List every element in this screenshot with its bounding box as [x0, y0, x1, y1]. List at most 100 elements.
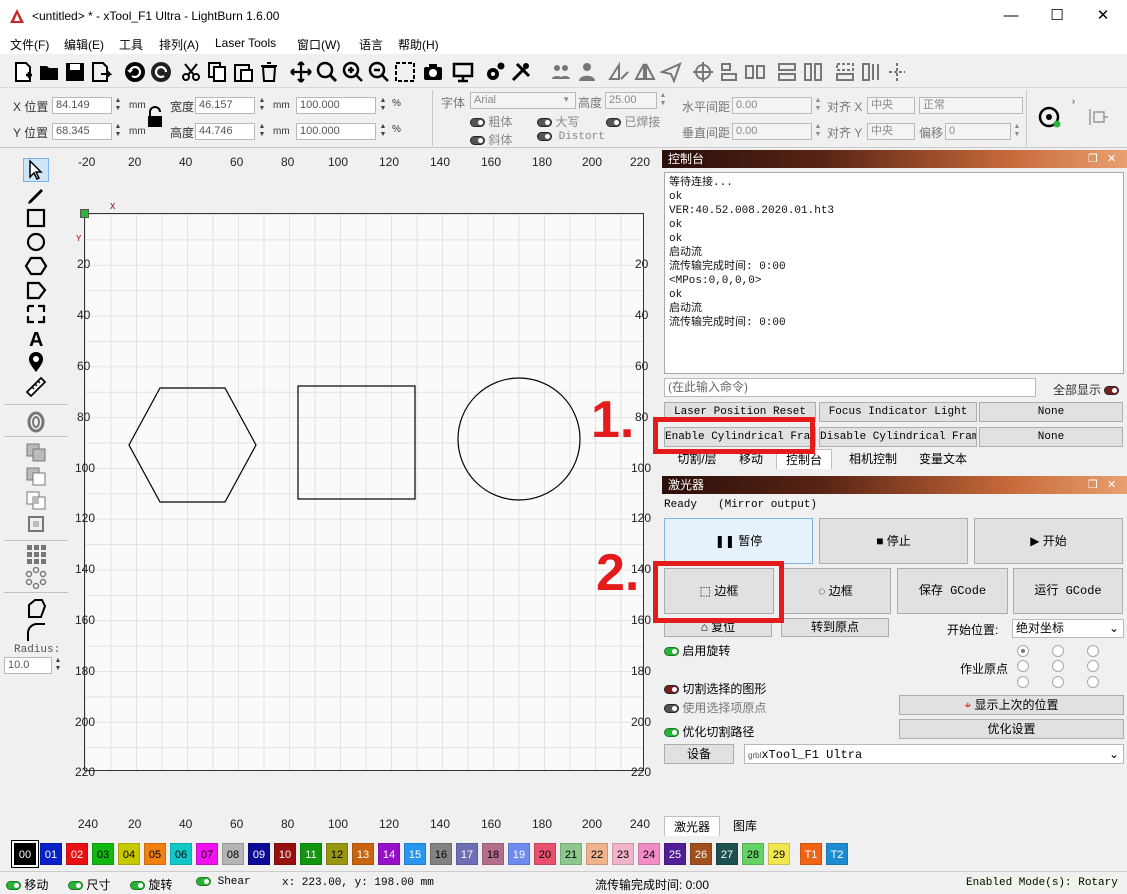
- mirror-v-icon[interactable]: [634, 61, 656, 83]
- menu-window[interactable]: 窗口(W): [297, 36, 340, 53]
- lock-icon[interactable]: [146, 106, 164, 128]
- polygon-tool-icon[interactable]: [24, 255, 48, 277]
- palette-swatch-00[interactable]: 00: [12, 841, 38, 867]
- optimization-settings-button[interactable]: 优化设置: [899, 719, 1124, 739]
- shear-toggle[interactable]: Shear: [196, 876, 251, 888]
- height-spin-icon[interactable]: ▲ ▼: [257, 123, 267, 140]
- float-panel-icon[interactable]: ❐: [1088, 476, 1098, 494]
- undo-icon[interactable]: [124, 61, 146, 83]
- hpct-spin-icon[interactable]: ▲ ▼: [378, 123, 388, 140]
- distribute-v-icon[interactable]: [802, 61, 824, 83]
- radius-input[interactable]: 10.0: [4, 657, 52, 674]
- delete-icon[interactable]: [258, 61, 280, 83]
- palette-swatch-22[interactable]: 22: [586, 843, 608, 865]
- tab-camera-control[interactable]: 相机控制: [840, 449, 906, 469]
- text-tool-icon[interactable]: A: [24, 327, 48, 349]
- offset-input[interactable]: 0: [945, 123, 1011, 140]
- palette-swatch-05[interactable]: 05: [144, 843, 166, 865]
- palette-swatch-18[interactable]: 18: [482, 843, 504, 865]
- font-dropdown-icon[interactable]: ▾: [564, 94, 569, 105]
- new-file-icon[interactable]: [12, 61, 34, 83]
- bold-toggle-row[interactable]: 粗体: [470, 113, 512, 130]
- macro-none-button[interactable]: None: [979, 402, 1123, 422]
- start-button[interactable]: ▶ 开始: [974, 518, 1123, 564]
- palette-swatch-01[interactable]: 01: [40, 843, 62, 865]
- send-icon[interactable]: [660, 61, 682, 83]
- tab-variable-text[interactable]: 变量文本: [912, 449, 974, 469]
- origin-radio-tc[interactable]: [1052, 645, 1064, 657]
- origin-radio-tl[interactable]: [1017, 645, 1029, 657]
- dock-icon[interactable]: [860, 61, 882, 83]
- italic-toggle-row[interactable]: 斜体: [470, 131, 512, 148]
- y-spin-icon[interactable]: ▲ ▼: [113, 123, 123, 140]
- origin-radio-mc[interactable]: [1052, 660, 1064, 672]
- save-icon[interactable]: [64, 61, 86, 83]
- node-edit-icon[interactable]: [24, 597, 48, 619]
- minimize-button[interactable]: —: [988, 0, 1034, 32]
- select-arrow-icon[interactable]: [24, 159, 48, 181]
- save-gcode-button[interactable]: 保存 GCode: [897, 568, 1008, 614]
- palette-swatch-24[interactable]: 24: [638, 843, 660, 865]
- text-height-spin-icon[interactable]: ▲ ▼: [658, 92, 668, 109]
- menu-language[interactable]: 语言: [359, 36, 383, 53]
- palette-swatch-25[interactable]: 25: [664, 843, 686, 865]
- palette-swatch-08[interactable]: 08: [222, 843, 244, 865]
- width-spin-icon[interactable]: ▲ ▼: [257, 97, 267, 114]
- tools-wrench-icon[interactable]: [510, 61, 532, 83]
- palette-swatch-14[interactable]: 14: [378, 843, 400, 865]
- palette-swatch-23[interactable]: 23: [612, 843, 634, 865]
- palette-swatch-07[interactable]: 07: [196, 843, 218, 865]
- tab-laser[interactable]: 激光器: [664, 816, 720, 836]
- menu-tools[interactable]: 工具: [119, 36, 143, 53]
- dock-side-icon[interactable]: [1088, 108, 1110, 126]
- go-to-origin-button[interactable]: 转到原点: [781, 618, 889, 637]
- palette-swatch-T2[interactable]: T2: [826, 843, 848, 865]
- copy-icon[interactable]: [206, 61, 228, 83]
- console-command-input[interactable]: (在此输入命令): [664, 378, 1036, 397]
- open-folder-icon[interactable]: [38, 61, 60, 83]
- paste-icon[interactable]: [232, 61, 254, 83]
- menu-edit[interactable]: 编辑(E): [64, 36, 104, 53]
- origin-radio-ml[interactable]: [1017, 660, 1029, 672]
- resize-icon[interactable]: [834, 61, 856, 83]
- size-toggle[interactable]: 尺寸: [68, 876, 110, 893]
- origin-radio-bl[interactable]: [1017, 676, 1029, 688]
- design-shapes[interactable]: [72, 150, 660, 838]
- palette-swatch-26[interactable]: 26: [690, 843, 712, 865]
- palette-swatch-28[interactable]: 28: [742, 843, 764, 865]
- frame-tool-icon[interactable]: [24, 303, 48, 325]
- palette-swatch-13[interactable]: 13: [352, 843, 374, 865]
- run-gcode-button[interactable]: 运行 GCode: [1013, 568, 1123, 614]
- zoom-frame-icon[interactable]: [394, 61, 416, 83]
- palette-swatch-02[interactable]: 02: [66, 843, 88, 865]
- corner-radius-icon[interactable]: [24, 621, 48, 643]
- macro-focus-indicator-light-button[interactable]: Focus Indicator Light: [819, 402, 977, 422]
- circular-array-icon[interactable]: [24, 567, 48, 589]
- palette-swatch-20[interactable]: 20: [534, 843, 556, 865]
- width-input[interactable]: 46.157: [195, 97, 255, 114]
- hspace-spin-icon[interactable]: ▲ ▼: [813, 97, 823, 114]
- vspace-spin-icon[interactable]: ▲ ▼: [813, 123, 823, 140]
- weld-icon[interactable]: [24, 513, 48, 535]
- rubber-band-frame-button[interactable]: ◌ 边框: [780, 568, 891, 614]
- redo-icon[interactable]: [150, 61, 172, 83]
- rectangle-tool-icon[interactable]: [24, 207, 48, 229]
- center-icon[interactable]: [886, 61, 908, 83]
- palette-swatch-03[interactable]: 03: [92, 843, 114, 865]
- mirror-h-icon[interactable]: [608, 61, 630, 83]
- close-panel-icon[interactable]: ✕: [1107, 150, 1116, 168]
- palette-swatch-29[interactable]: 29: [768, 843, 790, 865]
- hexagon-shape[interactable]: [128, 387, 257, 503]
- x-position-input[interactable]: 84.149: [52, 97, 112, 114]
- palette-swatch-17[interactable]: 17: [456, 843, 478, 865]
- rotary-setup-icon[interactable]: [1036, 104, 1062, 130]
- canvas-area[interactable]: X Y -20 20 40 60 80 100 120 140 160 180 …: [72, 150, 660, 838]
- height-input[interactable]: 44.746: [195, 123, 255, 140]
- show-last-position-button[interactable]: ⌖ 显示上次的位置: [899, 695, 1124, 715]
- macro-none-button-2[interactable]: None: [979, 427, 1123, 447]
- target-icon[interactable]: [692, 61, 714, 83]
- palette-swatch-16[interactable]: 16: [430, 843, 452, 865]
- palette-swatch-15[interactable]: 15: [404, 843, 426, 865]
- height-percent-input[interactable]: 100.000: [296, 123, 376, 140]
- palette-swatch-19[interactable]: 19: [508, 843, 530, 865]
